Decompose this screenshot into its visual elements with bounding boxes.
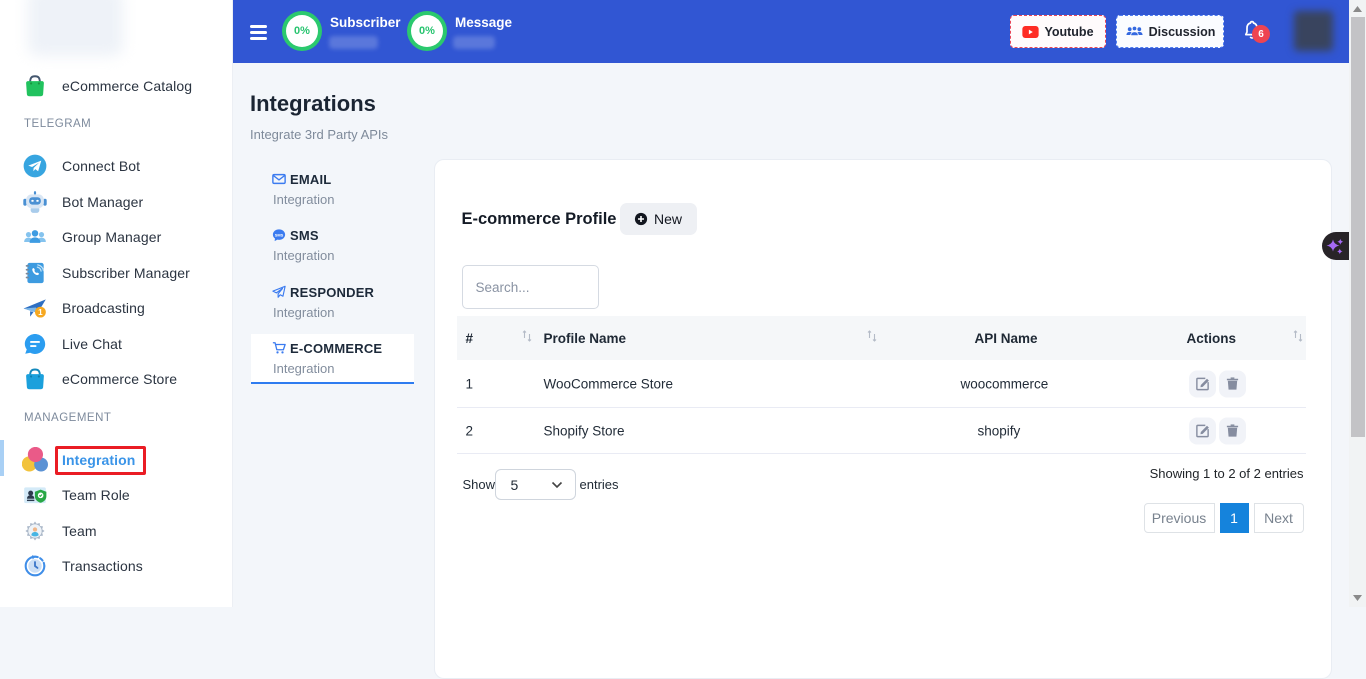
svg-text:1: 1 — [38, 308, 43, 317]
svg-text:SMS: SMS — [275, 233, 284, 238]
